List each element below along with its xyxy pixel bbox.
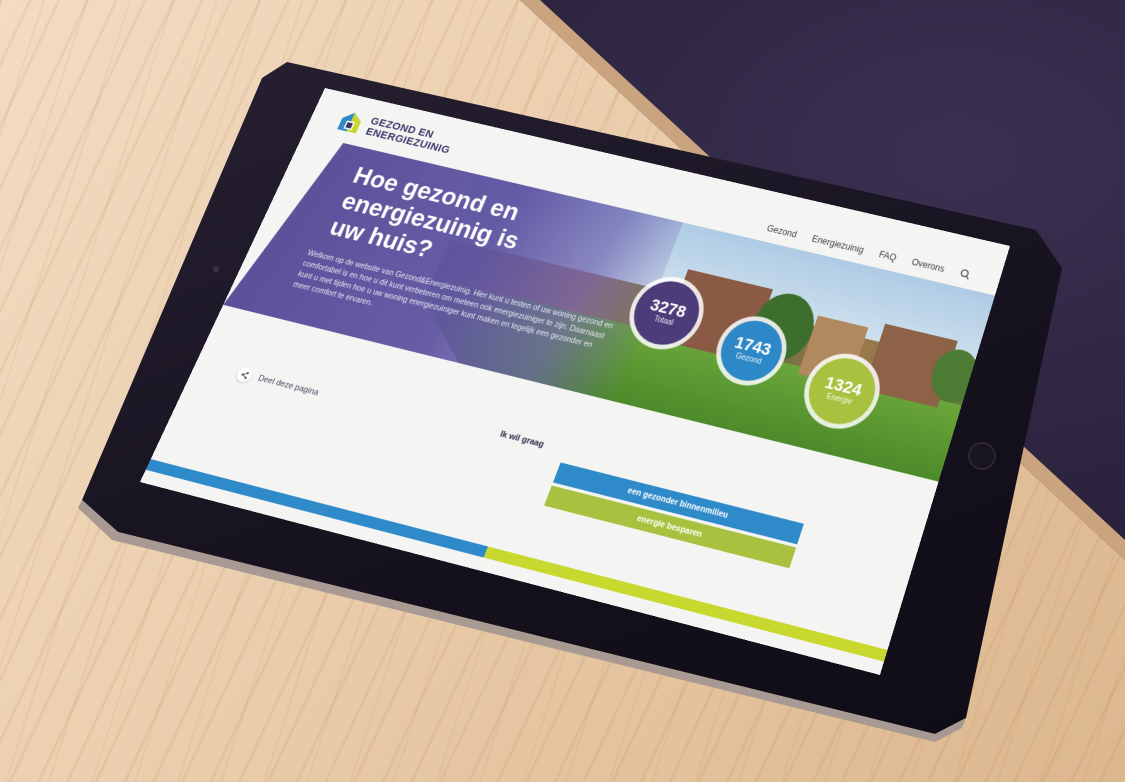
nav-item-gezond[interactable]: Gezond [765,223,798,240]
share-link[interactable]: Deel deze pagina [234,365,321,401]
search-icon[interactable] [959,268,972,280]
nav-item-overons[interactable]: Overons [910,257,946,274]
nav-item-energiezuinig[interactable]: Energiezuinig [810,234,865,256]
hero-panel: Hoe gezond en energiezuinig is uw huis? … [223,134,683,402]
house-logo-icon [334,108,367,136]
home-button[interactable] [968,442,996,470]
camera-icon [213,266,219,272]
nav-item-faq[interactable]: FAQ [878,249,898,263]
share-label: Deel deze pagina [256,373,321,398]
share-icon [234,365,255,384]
cta-intro: Ik wil graag [498,429,546,450]
